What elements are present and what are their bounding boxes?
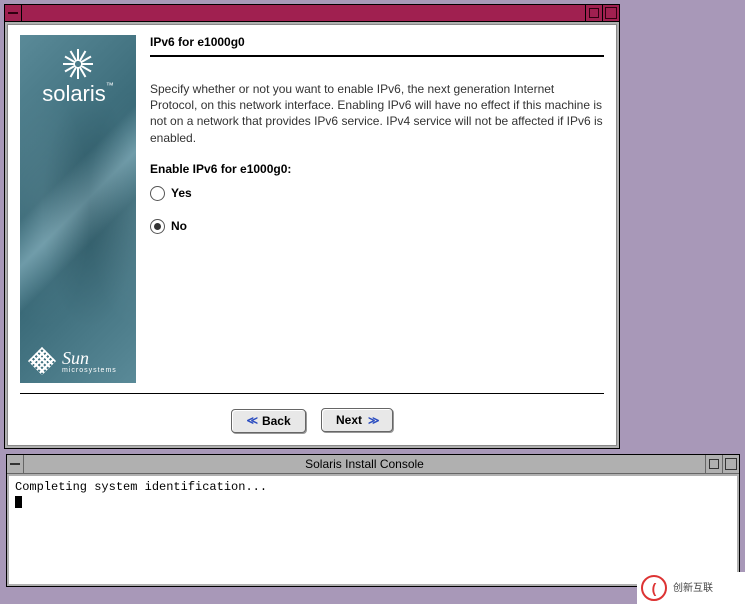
back-button-label: Back — [262, 414, 291, 428]
divider — [20, 393, 604, 394]
titlebar-spacer — [22, 5, 585, 21]
console-window: Solaris Install Console Completing syste… — [6, 454, 740, 587]
content-panel: IPv6 for e1000g0 Specify whether or not … — [150, 35, 604, 383]
console-body: Completing system identification... — [9, 476, 737, 584]
radio-label: Yes — [171, 186, 192, 200]
solaris-logo: solaris™ — [20, 45, 136, 107]
page-description: Specify whether or not you want to enabl… — [150, 81, 604, 146]
watermark-text: 创新互联 — [673, 583, 713, 594]
back-button[interactable]: ≪ Back — [231, 409, 305, 433]
field-label: Enable IPv6 for e1000g0: — [150, 162, 604, 176]
next-button-label: Next — [336, 413, 362, 427]
radio-icon[interactable] — [150, 186, 165, 201]
sun-subtext: microsystems — [62, 367, 117, 374]
radio-label: No — [171, 219, 187, 233]
installer-body: solaris™ Sun microsystems IPv6 for e1000… — [7, 24, 617, 446]
next-button[interactable]: Next ≫ — [321, 408, 393, 432]
installer-window: solaris™ Sun microsystems IPv6 for e1000… — [4, 4, 620, 449]
button-row: ≪ Back Next ≫ — [20, 404, 604, 435]
maximize-icon[interactable] — [722, 455, 739, 473]
console-title-label: Solaris Install Console — [24, 457, 705, 471]
watermark: 创新互联 — [637, 572, 745, 604]
branding-panel: solaris™ Sun microsystems — [20, 35, 136, 383]
chevron-right-icon: ≫ — [368, 414, 378, 427]
console-titlebar[interactable]: Solaris Install Console — [7, 455, 739, 474]
maximize-icon[interactable] — [602, 5, 619, 21]
sun-diamond-icon — [28, 347, 56, 375]
page-title: IPv6 for e1000g0 — [150, 35, 604, 57]
chevron-left-icon: ≪ — [246, 414, 256, 427]
watermark-logo-icon — [641, 575, 667, 601]
console-line: Completing system identification... — [15, 480, 731, 494]
sun-logo: Sun microsystems — [28, 347, 128, 375]
radio-option-yes[interactable]: Yes — [150, 186, 604, 201]
solaris-wordmark: solaris — [42, 81, 106, 106]
minimize-icon[interactable] — [705, 455, 722, 473]
installer-titlebar[interactable] — [5, 5, 619, 22]
sun-wordmark: Sun — [62, 349, 117, 367]
window-menu-icon[interactable] — [5, 5, 22, 21]
radio-icon[interactable] — [150, 219, 165, 234]
text-cursor-icon — [15, 496, 22, 508]
radio-option-no[interactable]: No — [150, 219, 604, 234]
sunburst-icon — [63, 49, 93, 79]
minimize-icon[interactable] — [585, 5, 602, 21]
window-menu-icon[interactable] — [7, 455, 24, 473]
